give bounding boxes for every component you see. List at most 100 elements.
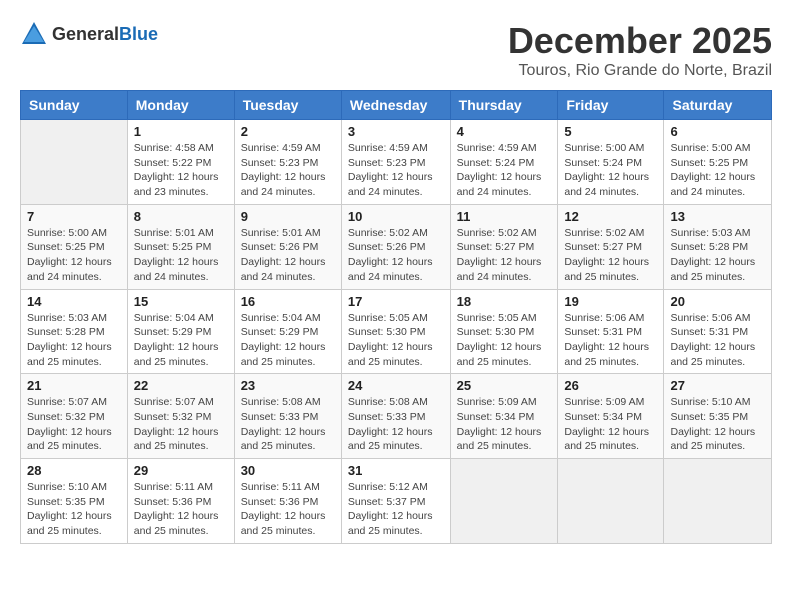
week-row-1: 1 Sunrise: 4:58 AM Sunset: 5:22 PM Daylig… xyxy=(21,120,772,205)
day-cell: 6 Sunrise: 5:00 AM Sunset: 5:25 PM Daylig… xyxy=(664,120,772,205)
day-number: 6 xyxy=(670,124,765,139)
day-info: Sunrise: 5:09 AM Sunset: 5:34 PM Dayligh… xyxy=(457,395,552,454)
day-cell: 30Sunrise: 5:11 AM Sunset: 5:36 PM Dayli… xyxy=(234,459,341,544)
day-number: 2 xyxy=(241,124,335,139)
day-number: 12 xyxy=(564,209,657,224)
day-info: Sunrise: 5:12 AM Sunset: 5:37 PM Dayligh… xyxy=(348,480,444,539)
day-info: Sunrise: 5:02 AM Sunset: 5:27 PM Dayligh… xyxy=(457,226,552,285)
week-row-4: 21 Sunrise: 5:07 AM Sunset: 5:32 PM Dayli… xyxy=(21,374,772,459)
header-cell-saturday: Saturday xyxy=(664,91,772,120)
day-number: 26 xyxy=(564,378,657,393)
day-cell: 14Sunrise: 5:03 AM Sunset: 5:28 PM Dayli… xyxy=(21,289,128,374)
day-info: Sunrise: 5:05 AM Sunset: 5:30 PM Dayligh… xyxy=(348,311,444,370)
header-cell-sunday: Sunday xyxy=(21,91,128,120)
day-cell: 12Sunrise: 5:02 AM Sunset: 5:27 PM Dayli… xyxy=(558,204,664,289)
day-cell xyxy=(21,120,128,205)
day-cell: 10 Sunrise: 5:02 AM Sunset: 5:26 PM Dayli… xyxy=(341,204,450,289)
day-number: 14 xyxy=(27,294,121,309)
week-row-3: 14Sunrise: 5:03 AM Sunset: 5:28 PM Dayli… xyxy=(21,289,772,374)
week-row-5: 28Sunrise: 5:10 AM Sunset: 5:35 PM Dayli… xyxy=(21,459,772,544)
day-number: 25 xyxy=(457,378,552,393)
header-cell-tuesday: Tuesday xyxy=(234,91,341,120)
day-cell: 15Sunrise: 5:04 AM Sunset: 5:29 PM Dayli… xyxy=(127,289,234,374)
day-number: 31 xyxy=(348,463,444,478)
day-cell: 28Sunrise: 5:10 AM Sunset: 5:35 PM Dayli… xyxy=(21,459,128,544)
day-info: Sunrise: 4:58 AM Sunset: 5:22 PM Dayligh… xyxy=(134,141,228,200)
day-info: Sunrise: 5:04 AM Sunset: 5:29 PM Dayligh… xyxy=(241,311,335,370)
week-row-2: 7 Sunrise: 5:00 AM Sunset: 5:25 PM Daylig… xyxy=(21,204,772,289)
day-number: 16 xyxy=(241,294,335,309)
logo-blue: Blue xyxy=(119,24,158,44)
day-cell: 8 Sunrise: 5:01 AM Sunset: 5:25 PM Daylig… xyxy=(127,204,234,289)
day-info: Sunrise: 5:06 AM Sunset: 5:31 PM Dayligh… xyxy=(564,311,657,370)
day-cell: 11 Sunrise: 5:02 AM Sunset: 5:27 PM Dayli… xyxy=(450,204,558,289)
day-info: Sunrise: 5:04 AM Sunset: 5:29 PM Dayligh… xyxy=(134,311,228,370)
day-number: 5 xyxy=(564,124,657,139)
day-cell xyxy=(558,459,664,544)
day-info: Sunrise: 5:00 AM Sunset: 5:25 PM Dayligh… xyxy=(27,226,121,285)
page-header: GeneralBlue December 2025 Touros, Rio Gr… xyxy=(20,20,772,80)
day-cell: 3 Sunrise: 4:59 AM Sunset: 5:23 PM Daylig… xyxy=(341,120,450,205)
day-number: 23 xyxy=(241,378,335,393)
calendar-table: SundayMondayTuesdayWednesdayThursdayFrid… xyxy=(20,90,772,544)
logo: GeneralBlue xyxy=(20,20,158,48)
day-cell: 13Sunrise: 5:03 AM Sunset: 5:28 PM Dayli… xyxy=(664,204,772,289)
day-info: Sunrise: 5:01 AM Sunset: 5:25 PM Dayligh… xyxy=(134,226,228,285)
header-cell-monday: Monday xyxy=(127,91,234,120)
day-cell: 16 Sunrise: 5:04 AM Sunset: 5:29 PM Dayli… xyxy=(234,289,341,374)
day-cell: 4 Sunrise: 4:59 AM Sunset: 5:24 PM Daylig… xyxy=(450,120,558,205)
day-number: 8 xyxy=(134,209,228,224)
day-info: Sunrise: 5:07 AM Sunset: 5:32 PM Dayligh… xyxy=(27,395,121,454)
header-cell-friday: Friday xyxy=(558,91,664,120)
day-cell: 19 Sunrise: 5:06 AM Sunset: 5:31 PM Dayli… xyxy=(558,289,664,374)
day-cell: 2 Sunrise: 4:59 AM Sunset: 5:23 PM Daylig… xyxy=(234,120,341,205)
day-info: Sunrise: 4:59 AM Sunset: 5:23 PM Dayligh… xyxy=(348,141,444,200)
day-number: 10 xyxy=(348,209,444,224)
day-number: 4 xyxy=(457,124,552,139)
day-cell: 20Sunrise: 5:06 AM Sunset: 5:31 PM Dayli… xyxy=(664,289,772,374)
day-info: Sunrise: 5:05 AM Sunset: 5:30 PM Dayligh… xyxy=(457,311,552,370)
day-cell: 29Sunrise: 5:11 AM Sunset: 5:36 PM Dayli… xyxy=(127,459,234,544)
day-info: Sunrise: 5:08 AM Sunset: 5:33 PM Dayligh… xyxy=(241,395,335,454)
day-number: 7 xyxy=(27,209,121,224)
day-number: 20 xyxy=(670,294,765,309)
day-cell: 25 Sunrise: 5:09 AM Sunset: 5:34 PM Dayli… xyxy=(450,374,558,459)
subtitle: Touros, Rio Grande do Norte, Brazil xyxy=(508,62,772,80)
day-number: 24 xyxy=(348,378,444,393)
day-cell: 21 Sunrise: 5:07 AM Sunset: 5:32 PM Dayli… xyxy=(21,374,128,459)
day-cell: 24 Sunrise: 5:08 AM Sunset: 5:33 PM Dayli… xyxy=(341,374,450,459)
day-info: Sunrise: 5:08 AM Sunset: 5:33 PM Dayligh… xyxy=(348,395,444,454)
day-number: 11 xyxy=(457,209,552,224)
day-info: Sunrise: 5:01 AM Sunset: 5:26 PM Dayligh… xyxy=(241,226,335,285)
day-info: Sunrise: 5:11 AM Sunset: 5:36 PM Dayligh… xyxy=(241,480,335,539)
day-info: Sunrise: 5:00 AM Sunset: 5:25 PM Dayligh… xyxy=(670,141,765,200)
day-number: 1 xyxy=(134,124,228,139)
day-number: 21 xyxy=(27,378,121,393)
day-info: Sunrise: 5:09 AM Sunset: 5:34 PM Dayligh… xyxy=(564,395,657,454)
day-number: 18 xyxy=(457,294,552,309)
day-info: Sunrise: 5:07 AM Sunset: 5:32 PM Dayligh… xyxy=(134,395,228,454)
day-cell: 23 Sunrise: 5:08 AM Sunset: 5:33 PM Dayli… xyxy=(234,374,341,459)
day-number: 3 xyxy=(348,124,444,139)
day-info: Sunrise: 5:11 AM Sunset: 5:36 PM Dayligh… xyxy=(134,480,228,539)
main-title: December 2025 xyxy=(508,20,772,62)
day-info: Sunrise: 5:10 AM Sunset: 5:35 PM Dayligh… xyxy=(670,395,765,454)
day-info: Sunrise: 4:59 AM Sunset: 5:23 PM Dayligh… xyxy=(241,141,335,200)
title-section: December 2025 Touros, Rio Grande do Nort… xyxy=(508,20,772,80)
day-cell: 26 Sunrise: 5:09 AM Sunset: 5:34 PM Dayli… xyxy=(558,374,664,459)
day-number: 19 xyxy=(564,294,657,309)
day-cell: 27Sunrise: 5:10 AM Sunset: 5:35 PM Dayli… xyxy=(664,374,772,459)
day-number: 9 xyxy=(241,209,335,224)
day-info: Sunrise: 5:10 AM Sunset: 5:35 PM Dayligh… xyxy=(27,480,121,539)
logo-general: General xyxy=(52,24,119,44)
day-info: Sunrise: 5:03 AM Sunset: 5:28 PM Dayligh… xyxy=(670,226,765,285)
day-number: 17 xyxy=(348,294,444,309)
header-cell-wednesday: Wednesday xyxy=(341,91,450,120)
day-info: Sunrise: 5:02 AM Sunset: 5:26 PM Dayligh… xyxy=(348,226,444,285)
day-cell: 9 Sunrise: 5:01 AM Sunset: 5:26 PM Daylig… xyxy=(234,204,341,289)
logo-text: GeneralBlue xyxy=(52,24,158,45)
day-number: 22 xyxy=(134,378,228,393)
day-cell xyxy=(664,459,772,544)
day-cell: 17 Sunrise: 5:05 AM Sunset: 5:30 PM Dayli… xyxy=(341,289,450,374)
day-info: Sunrise: 4:59 AM Sunset: 5:24 PM Dayligh… xyxy=(457,141,552,200)
